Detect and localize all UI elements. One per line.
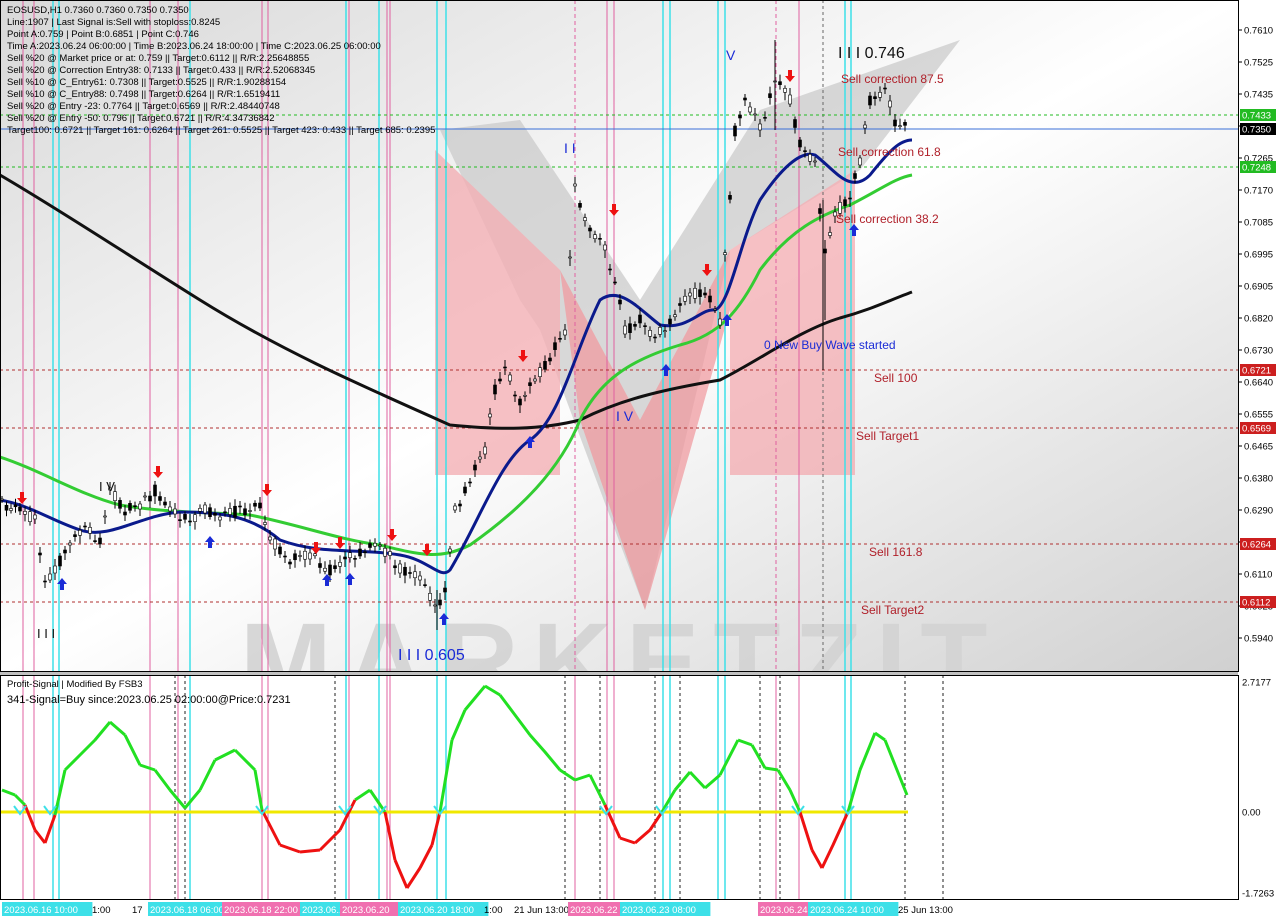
price-level-tag: 0.7433 — [1242, 111, 1271, 122]
price-tick: 0.6465 — [1244, 442, 1273, 453]
price-tick: 0.7435 — [1244, 90, 1273, 101]
price-tick: 0.7525 — [1244, 58, 1273, 69]
indicator-tick: 2.7177 — [1242, 678, 1271, 689]
indicator-tick: -1.7263 — [1242, 889, 1274, 900]
label-sell-100: Sell 100 — [874, 371, 918, 385]
label-sell-target2: Sell Target2 — [861, 603, 924, 617]
time-tick: 2023.06.18 06:00 — [150, 905, 224, 916]
price-tick: 0.6820 — [1244, 314, 1273, 325]
time-tick: 2023.06.24 10:00 — [810, 905, 884, 916]
price-level-tag: 0.6112 — [1242, 598, 1270, 609]
price-level-tag: 0.6264 — [1242, 540, 1271, 551]
label-wave-iii-left: I I I — [37, 626, 55, 641]
price-tick: 0.6640 — [1244, 378, 1273, 389]
time-tick: 2023.06.18 22:00 — [224, 905, 298, 916]
price-tick: 0.6995 — [1244, 250, 1273, 261]
info-line: Sell %20 @ Entry -50: 0.796 || Target:0.… — [7, 113, 275, 124]
price-level-tag: 0.7248 — [1242, 163, 1271, 174]
info-line: Sell %10 @ C_Entry61: 0.7308 || Target:0… — [7, 77, 286, 88]
price-tick: 0.6110 — [1244, 570, 1272, 581]
price-tick: 0.6380 — [1244, 474, 1273, 485]
indicator-signal-text: 341-Signal=Buy since:2023.06.25 02:00:00… — [7, 694, 291, 706]
info-line: Sell %20 @ Market price or at: 0.759 || … — [7, 53, 309, 64]
indicator-title: Profit-Signal | Modified By FSB3 — [7, 679, 143, 690]
price-level-tag: 0.6569 — [1242, 424, 1271, 435]
price-axis-panel — [1238, 0, 1280, 920]
price-level-tag: 0.6721 — [1242, 366, 1271, 377]
label-wave-ii: I I — [564, 140, 576, 156]
price-tick: 0.6555 — [1244, 410, 1273, 421]
label-new-buy-wave: 0 New Buy Wave started — [764, 338, 896, 352]
price-tick: 0.7610 — [1244, 26, 1273, 37]
info-line: Sell %10 @ C_Entry88: 0.7498 || Target:0… — [7, 89, 280, 100]
label-wave-v: V — [726, 47, 736, 63]
indicator-tick: 0.00 — [1242, 808, 1261, 819]
info-line: Time A:2023.06.24 06:00:00 | Time B:2023… — [7, 41, 381, 52]
price-tick: 0.7170 — [1244, 186, 1273, 197]
label-wave-high: I I I 0.746 — [838, 45, 905, 62]
price-tick: 0.7085 — [1244, 218, 1273, 229]
label-sell-1618: Sell 161.8 — [869, 545, 923, 559]
price-tick: 0.6730 — [1244, 346, 1273, 357]
time-tick: 25 Jun 13:00 — [898, 905, 953, 916]
label-wave-low: I I I 0.605 — [398, 647, 465, 664]
time-tick: 21 Jun 13:00 — [514, 905, 569, 916]
time-tick: 2023.06.24 — [760, 905, 808, 916]
time-tick: 2023.06.20 — [342, 905, 390, 916]
info-line: Sell %20 @ Entry -23: 0.7764 || Target:0… — [7, 101, 280, 112]
time-tick: 2023.06.23 08:00 — [622, 905, 696, 916]
price-tick: 0.5940 — [1244, 634, 1273, 645]
label-wave-iv-left: I V — [99, 479, 115, 494]
trading-terminal-chart[interactable]: MARKETZIT Sell correction 87.5 Sell corr… — [0, 0, 1280, 920]
time-tick: 17 — [132, 905, 143, 916]
info-line: EOSUSD,H1 0.7360 0.7360 0.7350 0.7350 — [7, 5, 189, 16]
price-tick: 0.6290 — [1244, 506, 1273, 517]
label-sell-correction-618: Sell correction 61.8 — [838, 145, 941, 159]
info-line: Line:1907 | Last Signal is:Sell with sto… — [7, 17, 220, 28]
price-tick: 0.6905 — [1244, 282, 1273, 293]
info-line: Point A:0.759 | Point B:0.6851 | Point C… — [7, 29, 199, 40]
time-tick: 2023.06.20 18:00 — [400, 905, 474, 916]
time-tick: 1:00 — [484, 905, 503, 916]
label-sell-correction-875: Sell correction 87.5 — [841, 72, 944, 86]
price-level-tag: 0.7350 — [1242, 125, 1271, 136]
time-tick: 2023.06.22 — [570, 905, 618, 916]
info-line: Target100: 0.6721 || Target 161: 0.6264 … — [7, 125, 435, 136]
label-wave-iv: I V — [616, 408, 634, 424]
time-tick: 1:00 — [92, 905, 111, 916]
label-sell-target1: Sell Target1 — [856, 429, 919, 443]
indicator-panel-area[interactable] — [0, 675, 1238, 900]
info-line: Sell %20 @ Correction Entry38: 0.7133 ||… — [7, 65, 315, 76]
time-tick: 2023.06.16 10:00 — [4, 905, 78, 916]
label-sell-correction-382: Sell correction 38.2 — [836, 212, 939, 226]
